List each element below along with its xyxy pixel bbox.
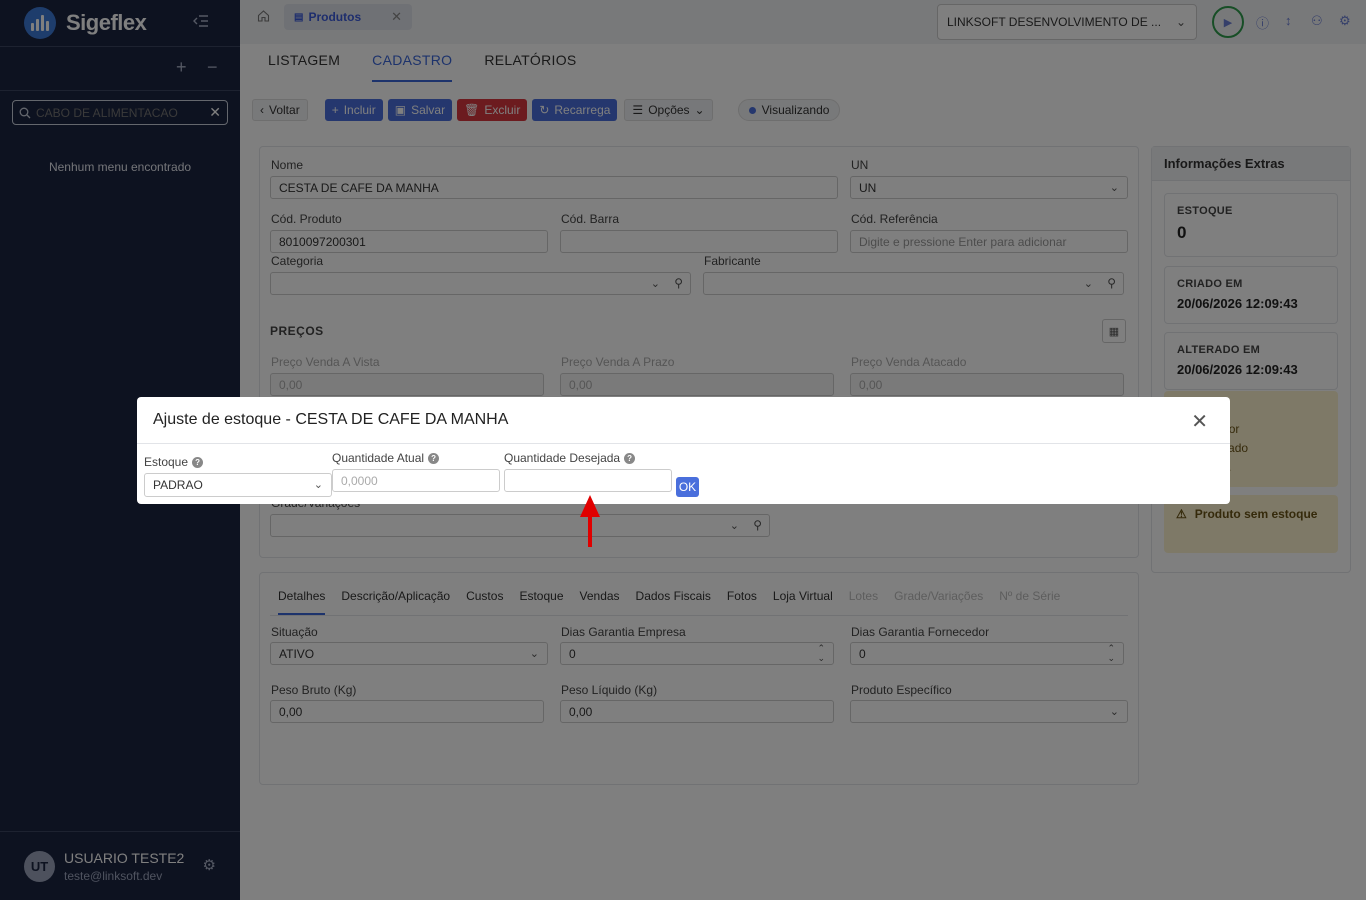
ok-button[interactable]: OK <box>676 477 699 497</box>
dialog-title: Ajuste de estoque - CESTA DE CAFE DA MAN… <box>153 411 509 428</box>
qtd-desejada-label-text: Quantidade Desejada <box>504 451 621 465</box>
help-icon: ? <box>624 453 636 465</box>
qtd-desejada-label: Quantidade Desejada? <box>504 451 636 465</box>
estoque-select-label: Estoque? <box>144 455 204 469</box>
estoque-select-label-text: Estoque <box>144 455 189 469</box>
dialog-divider <box>137 443 1230 444</box>
chevron-down-icon: ⌄ <box>313 479 323 491</box>
estoque-select-value: PADRAO <box>153 478 203 492</box>
qtd-atual-placeholder: 0,0000 <box>341 473 378 488</box>
stock-adjust-dialog: Ajuste de estoque - CESTA DE CAFE DA MAN… <box>137 397 1230 504</box>
estoque-select[interactable]: PADRAO ⌄ <box>144 473 332 497</box>
help-icon: ? <box>428 453 440 465</box>
help-icon: ? <box>192 457 204 469</box>
qtd-desejada-input[interactable] <box>504 469 672 492</box>
close-icon[interactable]: ✕ <box>1191 409 1208 434</box>
annotation-arrow-icon <box>580 495 600 547</box>
qtd-atual-input[interactable]: 0,0000 <box>332 469 500 492</box>
qtd-atual-label: Quantidade Atual? <box>332 451 440 465</box>
qtd-atual-label-text: Quantidade Atual <box>332 451 425 465</box>
